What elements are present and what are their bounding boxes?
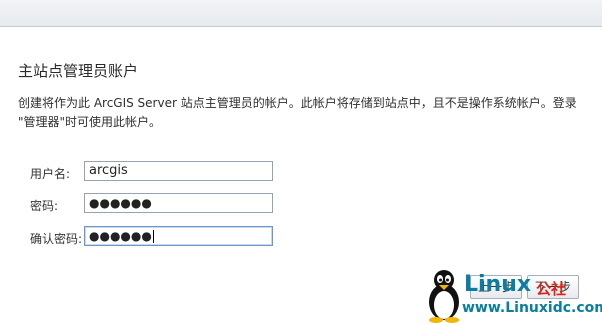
watermark-suffix: 公社	[536, 280, 567, 298]
confirm-password-value: ●●●●●●	[89, 229, 152, 243]
description-line-2: "管理器"时可使用此帐户。	[18, 115, 162, 129]
watermark: Linux 公社 www.Linuxidc.com	[424, 266, 602, 324]
confirm-password-label: 确认密码:	[30, 232, 83, 246]
password-input[interactable]: ●●●●●●	[84, 193, 273, 213]
tux-penguin-icon	[429, 270, 459, 323]
username-input[interactable]: arcgis	[84, 161, 273, 181]
page-description: 创建将作为此 ArcGIS Server 站点主管理员的帐户。此帐户将存储到站点…	[18, 94, 586, 132]
text-caret	[152, 230, 154, 243]
password-label: 密码:	[30, 199, 59, 213]
confirm-password-input[interactable]: ●●●●●●	[84, 226, 273, 246]
watermark-brand: Linux	[464, 272, 532, 297]
watermark-url: www.Linuxidc.com	[462, 300, 602, 316]
description-line-1: 创建将作为此 ArcGIS Server 站点主管理员的帐户。此帐户将存储到站点…	[18, 96, 577, 110]
window-top-strip	[0, 0, 602, 27]
username-label: 用户名:	[30, 167, 71, 181]
page-title: 主站点管理员账户	[18, 62, 139, 80]
